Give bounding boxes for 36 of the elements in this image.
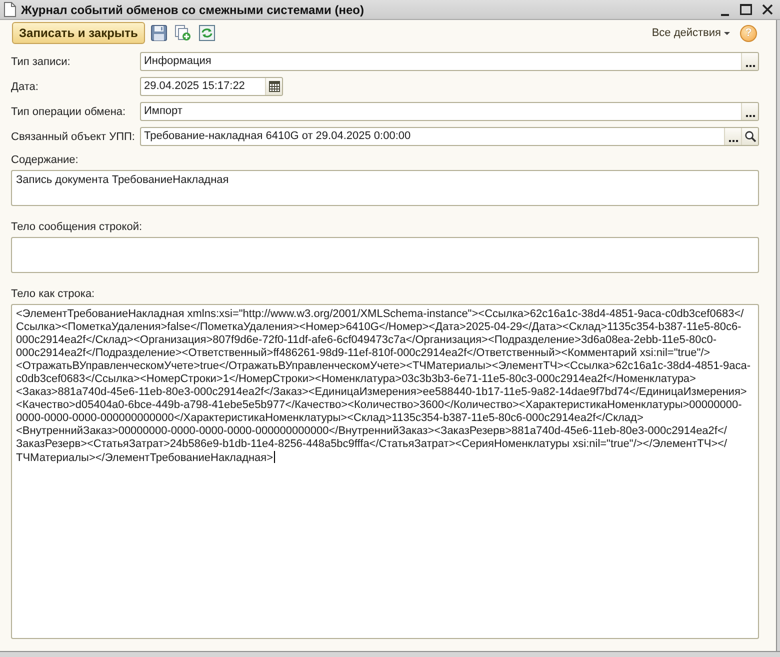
text-area[interactable]: <ЭлементТребованиеНакладная xmlns:xsi="http://www.w3.org/2001/XMLSchema-instance"><Ссылка>62c16a1c-38d4-4851-9aca-c0db3cef0683</Ссылка><ПометкаУдаления>false</ПометкаУдаления><Номер>6410G</Номер><Дата>2025-04-29</Дата><Склад>1135c354-b387-11e5-80c6-000c2914ea2f</Склад><Организация>807f9d6e-72f0-11df-afe6-6cf049473c7a</Организация><Подразделение>3d6a08ea-2ebb-11e5-80c0-000c2914ea2f</Подразделение><Ответственный>ff486261-98d9-11ef-810f-000c2914ea2f</Ответственный><Комментарий xsi:nil="true"/><ОтражатьВУправленческомУчете>true</ОтражатьВУправленческомУчете><ТЧМатериалы><ЭлементТЧ><Ссылка>62c16a1c-38d4-4851-9aca-c0db3cef0683</Ссылка><НомерСтроки>1</НомерСтроки><Номенклатура>03c3b3b3-6e71-11e5-80c3-000c2914ea2f</Номенклатура><Заказ>881a740d-45e6-11eb-80e3-000c2914ea2f</Заказ><ЕдиницаИзмерения>ee588440-1b17-11e5-9a82-14dae9f7bd74</ЕдиницаИзмерения><Качество>d05404a0-6bce-449b-a798-41ebe5e5b977</Качество><Количество>3600</Количество><ХарактеристикаНоменклатуры>00000000-0000-0000-0000-000000000000</ХарактеристикаНоменклатуры><Склад>1135c354-b387-11e5-80c6-000c2914ea2f</Склад><ВнутреннийЗаказ>00000000-0000-0000-0000-000000000000</ВнутреннийЗаказ><ЗаказРезерв>881a740d-45e6-11eb-80e3-000c2914ea2f</ЗаказРезерв><СтатьяЗатрат>24b586e9-b1db-11e4-8256-448a5bc9fffa</СтатьяЗатрат><СерияНоменклатуры xsi:nil="true"/></ЭлементТЧ></ТЧМатериалы></ЭлементТребованиеНакладная> — [11, 304, 759, 639]
refresh-button[interactable] — [198, 25, 215, 41]
close-button[interactable] — [761, 2, 773, 16]
maximize-icon — [740, 4, 752, 15]
save-button[interactable] — [150, 25, 167, 41]
copy-plus-icon — [174, 25, 191, 41]
date-field[interactable]: 29.04.2025 15:17:22 — [140, 77, 283, 96]
input-field[interactable]: Импорт — [140, 102, 759, 121]
calendar-icon — [268, 81, 280, 92]
calendar-button[interactable] — [265, 78, 282, 95]
field-label: Содержание: — [11, 153, 80, 167]
copy-button[interactable] — [174, 25, 191, 41]
field-label: Тело сообщения строкой: — [11, 220, 144, 234]
text-cursor — [274, 451, 276, 463]
refresh-icon — [198, 25, 215, 41]
save-and-close-button[interactable]: Записать и закрыть — [12, 22, 145, 44]
window-title: Журнал событий обменов со смежными системами (нео) — [21, 2, 365, 16]
close-icon — [762, 4, 772, 15]
field-label: Дата: — [11, 80, 40, 94]
field-label: Тело как строка: — [11, 287, 96, 301]
select-button[interactable] — [741, 103, 758, 120]
text-area[interactable]: Запись документа ТребованиеНакладная — [11, 170, 759, 206]
input-field[interactable]: Информация — [140, 52, 759, 71]
maximize-button[interactable] — [740, 2, 752, 16]
input-field[interactable]: Требование-накладная 6410G от 29.04.2025 0:00:00 — [140, 127, 759, 146]
field-label: Тип записи: — [11, 54, 72, 68]
select-button[interactable] — [741, 53, 758, 70]
field-label: Тип операции обмена: — [11, 104, 127, 118]
caret-icon — [724, 32, 730, 34]
document-icon — [4, 2, 16, 17]
all-actions-menu[interactable]: Все действия — [652, 27, 730, 39]
search-button[interactable] — [741, 128, 758, 145]
field-label: Связанный объект УПП: — [11, 130, 136, 144]
search-icon — [744, 131, 756, 142]
select-button[interactable] — [724, 128, 741, 145]
minimize-icon — [721, 14, 729, 16]
